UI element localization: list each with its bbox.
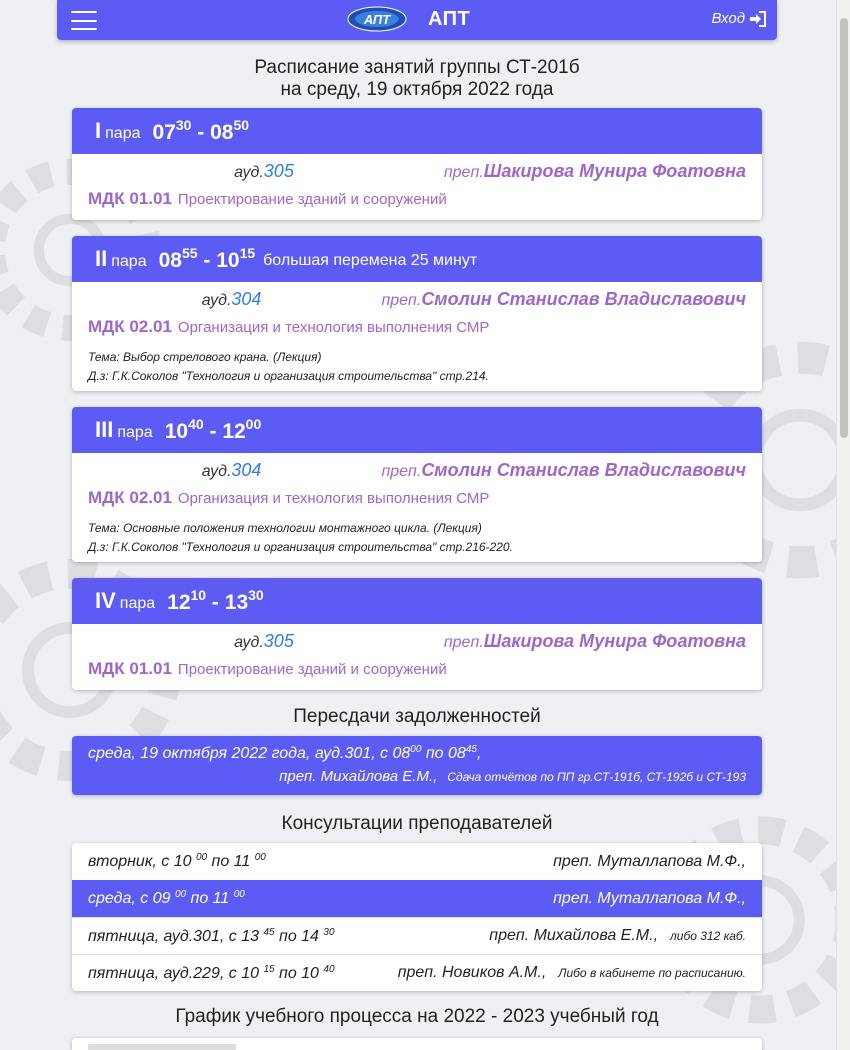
room: ауд.305: [234, 160, 294, 181]
schedule-placeholder: [88, 1044, 236, 1050]
consultation-time: среда, с 09 00 по 11 00: [88, 889, 245, 907]
subject-code: МДК 01.01: [88, 659, 172, 678]
title-line-1: Расписание занятий группы СТ-201б: [254, 57, 580, 78]
sign-in-icon: [750, 10, 766, 27]
consultation-time: пятница, ауд.229, с 10 15 по 10 40: [88, 963, 335, 982]
retake-time: среда, 19 октября 2022 года, ауд.301, с …: [88, 744, 482, 762]
lesson-location-row: ауд.305 преп.Шакирова Мунира Фоатовна: [88, 624, 746, 658]
lesson-time: 0855 - 1015: [158, 245, 256, 272]
lesson-time: 0730 - 0850: [152, 117, 250, 144]
lesson-location-row: ауд.305 преп.Шакирова Мунира Фоатовна: [88, 154, 746, 188]
lesson-topic: Тема: Выбор стрелового крана. (Лекция): [88, 350, 322, 364]
break-note: большая перемена 25 минут: [263, 252, 478, 269]
lesson-location-row: ауд.304 преп.Смолин Станислав Владиславо…: [88, 282, 746, 316]
lesson-card: II пара 0855 - 1015 большая перемена 25 …: [72, 236, 762, 391]
lesson-header: III пара 1040 - 1200: [72, 407, 762, 453]
room: ауд.304: [201, 288, 262, 309]
lesson-card: III пара 1040 - 1200 ауд.304 преп.Смолин…: [72, 407, 762, 562]
page-title: Расписание занятий группы СТ-201б на сре…: [72, 57, 762, 101]
teacher[interactable]: преп.Смолин Станислав Владиславович: [381, 289, 746, 310]
lesson-number: III: [95, 417, 114, 442]
consultation-teacher: преп. Михайлова Е.М., либо 312 каб.: [489, 927, 746, 944]
consultation-row: пятница, ауд.301, с 13 45 по 14 30 преп.…: [72, 917, 762, 954]
title-line-2: на среду, 19 октября 2022 года: [280, 79, 554, 100]
room: ауд.305: [234, 630, 294, 651]
lesson-location-row: ауд.304 преп.Смолин Станислав Владиславо…: [88, 453, 746, 487]
para-label: пара: [105, 124, 141, 142]
para-label: пара: [111, 252, 147, 270]
para-label: пара: [117, 423, 153, 441]
lesson-homework: Д.з: Г.К.Соколов "Технология и организац…: [88, 540, 513, 554]
svg-text:АПТ: АПТ: [363, 12, 391, 27]
lesson-number: IV: [95, 588, 116, 613]
teacher[interactable]: преп.Шакирова Мунира Фоатовна: [444, 631, 746, 652]
consultation-teacher: преп. Новиков А.М., Либо в кабинете по ра…: [397, 964, 746, 981]
scrollbar-thumb[interactable]: [840, 18, 848, 438]
consultations-table: вторник, с 10 00 по 11 00 преп. Муталлап…: [72, 843, 762, 991]
teacher[interactable]: преп.Шакирова Мунира Фоатовна: [444, 161, 746, 182]
lesson-time: 1210 - 1330: [167, 587, 264, 614]
consultation-teacher: преп. Муталлапова М.Ф.,: [553, 852, 746, 870]
consultation-row: вторник, с 10 00 по 11 00 преп. Муталлап…: [72, 843, 762, 880]
teacher[interactable]: преп.Смолин Станислав Владиславович: [381, 460, 746, 481]
subject-code: МДК 02.01: [88, 488, 172, 507]
room: ауд.304: [201, 459, 262, 480]
page-scrollbar[interactable]: [836, 0, 850, 1050]
lesson-number: I: [95, 118, 102, 143]
retake-teacher-row: преп. Михайлова Е.М., Сдача отчётов по ПП…: [88, 768, 746, 785]
retake-note: Сдача отчётов по ПП гр.СТ-191б, СТ-192б …: [447, 770, 746, 784]
college-logo: АПТ: [347, 6, 407, 32]
lesson-header: IV пара 1210 - 1330: [72, 578, 762, 624]
lesson-header: I пара 0730 - 0850: [72, 108, 762, 154]
login-link[interactable]: Вход: [712, 10, 767, 27]
brand[interactable]: АПТ АПТ: [346, 5, 470, 33]
subject-row: МДК 02.01 Организация и технология выпол…: [88, 487, 746, 509]
subject-row: МДК 02.01 Организация и технология выпол…: [88, 316, 746, 338]
retakes-title: Пересдачи задолженностей: [293, 706, 541, 727]
subject-name: Проектирование зданий и сооружений: [177, 660, 447, 678]
consultation-row: пятница, ауд.229, с 10 15 по 10 40 преп.…: [72, 954, 762, 991]
lesson-card: IV пара 1210 - 1330 ауд.305 преп.Шакиров…: [72, 578, 762, 690]
subject-name: Проектирование зданий и сооружений: [177, 190, 447, 208]
schedule-title: График учебного процесса на 2022 - 2023 …: [175, 1006, 659, 1027]
consultation-time: вторник, с 10 00 по 11 00: [88, 852, 266, 870]
consultation-teacher: преп. Муталлапова М.Ф.,: [553, 889, 746, 907]
consultation-row-highlighted: среда, с 09 00 по 11 00 преп. Муталлапов…: [72, 880, 762, 917]
menu-icon[interactable]: [71, 11, 97, 30]
lesson-number: II: [95, 246, 108, 271]
subject-name: Организация и технология выполнения СМР: [177, 318, 490, 336]
subject-row: МДК 01.01 Проектирование зданий и сооруж…: [88, 188, 746, 210]
consultation-time: пятница, ауд.301, с 13 45 по 14 30: [88, 926, 335, 945]
top-navbar: АПТ АПТ Вход: [57, 0, 777, 40]
lesson-header: II пара 0855 - 1015 большая перемена 25 …: [72, 236, 762, 282]
retake-entry: среда, 19 октября 2022 года, ауд.301, с …: [72, 736, 762, 795]
lesson-time: 1040 - 1200: [164, 416, 262, 443]
consultations-title: Консультации преподавателей: [281, 813, 553, 834]
schedule-card: [72, 1038, 762, 1050]
subject-name: Организация и технология выполнения СМР: [177, 489, 490, 507]
brand-name: АПТ: [428, 7, 471, 30]
subject-code: МДК 02.01: [88, 317, 172, 336]
subject-row: МДК 01.01 Проектирование зданий и сооруж…: [88, 658, 746, 680]
lesson-card: I пара 0730 - 0850 ауд.305 преп.Шакирова…: [72, 108, 762, 220]
lesson-topic: Тема: Основные положения технологии монт…: [88, 521, 482, 535]
retake-teacher: преп. Михайлова Е.М.,: [279, 768, 438, 785]
subject-code: МДК 01.01: [88, 189, 172, 208]
lesson-homework: Д.з: Г.К.Соколов "Технология и организац…: [88, 369, 489, 383]
para-label: пара: [119, 594, 156, 612]
login-label: Вход: [711, 10, 745, 27]
